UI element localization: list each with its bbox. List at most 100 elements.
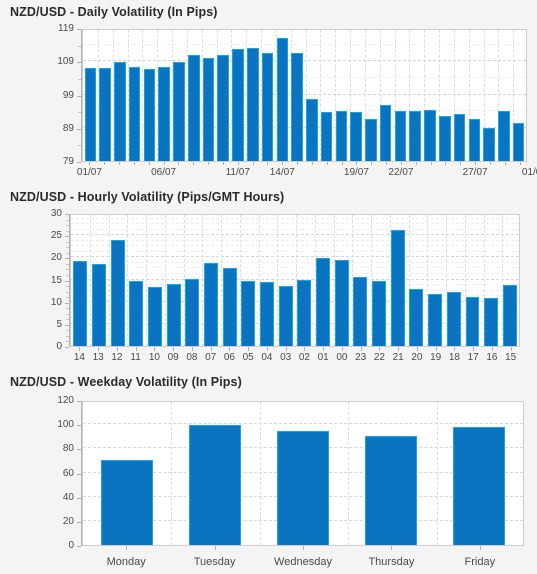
bar-slot [408, 30, 423, 161]
bar[interactable] [365, 435, 417, 545]
bar[interactable] [99, 67, 111, 161]
x-axis-label: 18 [448, 352, 460, 363]
bar[interactable] [438, 115, 451, 161]
bar[interactable] [278, 285, 293, 346]
bar[interactable] [306, 98, 318, 161]
bar[interactable] [202, 57, 215, 161]
bar[interactable] [276, 37, 289, 161]
y-tick-minor [66, 274, 69, 276]
plot-area [82, 29, 527, 162]
bar-slot [393, 30, 408, 161]
bar[interactable] [92, 263, 106, 346]
y-tick-minor [66, 219, 69, 221]
bar[interactable] [158, 66, 170, 161]
x-tick-mark [454, 347, 456, 351]
bar[interactable] [390, 230, 405, 346]
bar[interactable] [189, 425, 241, 545]
bar-slot [142, 30, 157, 161]
bar-slot [496, 30, 511, 161]
bar[interactable] [502, 285, 517, 346]
bar[interactable] [409, 111, 421, 161]
y-tick-minor [66, 297, 69, 299]
x-tick-mark [303, 546, 304, 550]
bar[interactable] [446, 291, 461, 346]
bar[interactable] [453, 114, 466, 161]
bar[interactable] [187, 55, 200, 161]
bar[interactable] [185, 279, 200, 346]
bar[interactable] [453, 427, 505, 545]
y-axis-label: 100 [57, 419, 74, 431]
x-tick-mark [191, 347, 193, 351]
y-tick-mark [77, 29, 81, 30]
bar[interactable] [483, 127, 495, 161]
bar-slot [290, 30, 305, 161]
bar[interactable] [114, 62, 126, 161]
x-axis-label: 14 [73, 352, 85, 363]
x-axis-label: 22/07 [388, 167, 414, 178]
bar[interactable] [320, 112, 333, 161]
plot-inner [83, 30, 526, 161]
bar[interactable] [217, 54, 230, 161]
bar[interactable] [73, 261, 88, 346]
bar[interactable] [101, 459, 153, 545]
x-axis-label: 05 [242, 352, 254, 363]
bar[interactable] [291, 52, 303, 161]
x-tick-mark [135, 347, 137, 351]
bar[interactable] [129, 280, 144, 346]
bar[interactable] [222, 267, 237, 346]
bar-slot [426, 215, 445, 346]
bar[interactable] [379, 105, 392, 161]
bar-series [83, 30, 526, 161]
bar[interactable] [334, 259, 349, 346]
bar[interactable] [241, 280, 256, 346]
bar[interactable] [484, 297, 499, 346]
x-tick-mark [282, 162, 284, 165]
bar[interactable] [148, 287, 162, 346]
x-tick-mark [248, 347, 250, 351]
bar[interactable] [498, 111, 510, 161]
weekday-volatility-chart: 0 20 40 60 80 100 120 Monday Tuesday Wednesday Thu… [0, 393, 537, 573]
bar[interactable] [365, 119, 377, 161]
x-axis-label: 15 [505, 352, 517, 363]
bar-slot [334, 30, 349, 161]
weekday-volatility-title: NZD/USD - Weekday Volatility (In Pips) [10, 375, 242, 389]
bar[interactable] [166, 283, 181, 346]
y-tick-mark [65, 258, 69, 260]
bar[interactable] [128, 66, 141, 161]
bar[interactable] [173, 61, 185, 161]
bar[interactable] [232, 48, 244, 161]
bar[interactable] [424, 110, 436, 161]
y-tick-minor [78, 112, 81, 114]
x-axis-label: 00 [336, 352, 348, 363]
bar-slot [127, 215, 146, 346]
bar[interactable] [394, 111, 407, 161]
bar[interactable] [372, 281, 387, 346]
bar[interactable] [465, 296, 480, 346]
bar[interactable] [143, 68, 156, 161]
bar[interactable] [261, 53, 274, 161]
bar[interactable] [428, 294, 443, 346]
bar-slot [314, 215, 333, 346]
bar[interactable] [468, 118, 481, 161]
bar[interactable] [247, 47, 259, 161]
bar[interactable] [204, 262, 218, 346]
bar[interactable] [297, 279, 312, 346]
x-axis-label: 04 [261, 352, 273, 363]
y-axis-label: 99 [62, 89, 74, 101]
x-tick-mark [326, 162, 328, 165]
bar[interactable] [353, 276, 368, 346]
bar[interactable] [512, 122, 525, 161]
bar[interactable] [110, 240, 125, 346]
bar[interactable] [277, 430, 329, 545]
y-axis-label: 89 [62, 122, 74, 134]
bar-slot [127, 30, 142, 161]
bar[interactable] [316, 257, 330, 346]
bar[interactable] [350, 112, 362, 161]
bar[interactable] [84, 67, 97, 161]
bar[interactable] [260, 281, 274, 346]
x-tick-mark [379, 347, 381, 351]
x-tick-mark [79, 347, 81, 351]
y-tick-minor [78, 145, 81, 147]
bar[interactable] [409, 289, 424, 346]
bar[interactable] [335, 111, 348, 161]
